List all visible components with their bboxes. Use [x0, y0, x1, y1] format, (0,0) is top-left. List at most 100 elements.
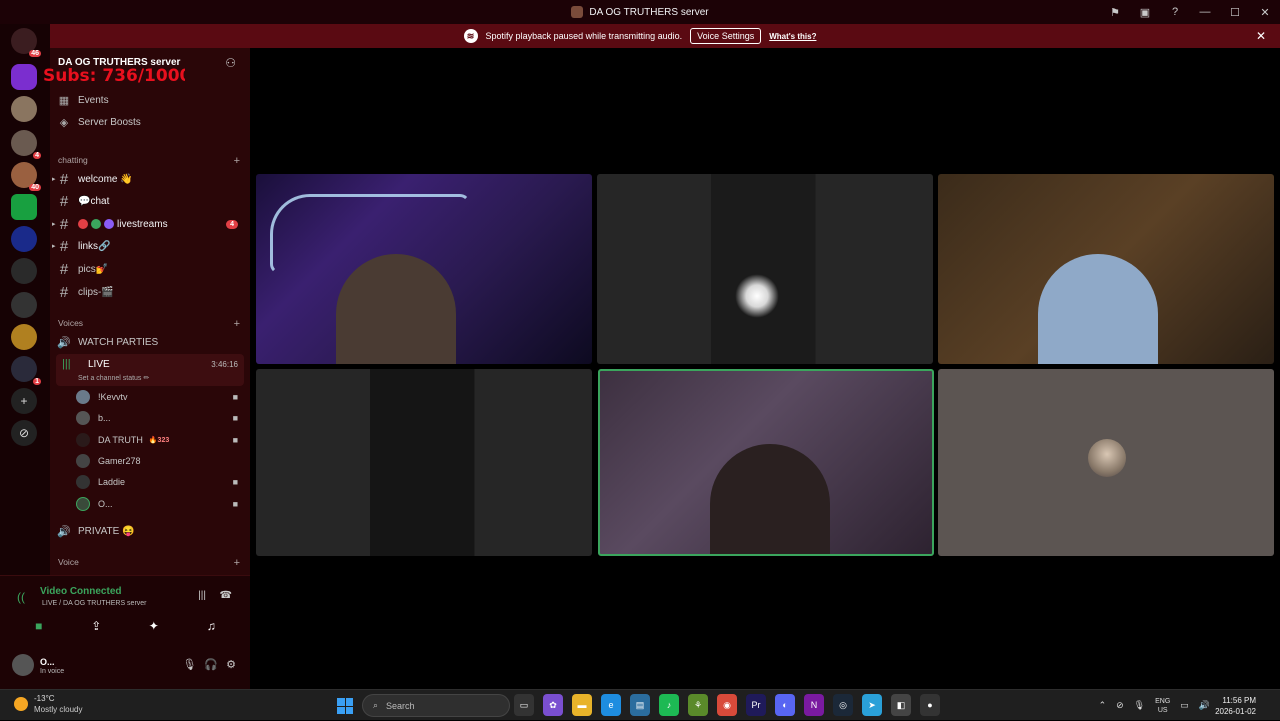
video-tile[interactable] — [256, 174, 592, 364]
copilot-icon[interactable]: ✿ — [543, 694, 563, 716]
invite-icon[interactable]: ⚇ — [225, 56, 236, 70]
calculator-icon[interactable]: ▤ — [630, 694, 650, 716]
taskbar-search[interactable]: ⌕ Search — [362, 694, 510, 717]
task-view-icon[interactable]: ▭ — [514, 694, 534, 716]
clock[interactable]: 11:56 PM 2026-01-02 — [1215, 695, 1256, 717]
next-icon[interactable]: N — [804, 694, 824, 716]
soundboard-icon[interactable]: ♫ — [201, 616, 221, 636]
camera-toggle-icon[interactable]: ■ — [29, 616, 49, 636]
add-channel-icon[interactable]: + — [234, 155, 240, 167]
channel-welcome[interactable]: ▸ # welcome 👋 — [52, 169, 244, 189]
voice-settings-button[interactable]: Voice Settings — [690, 28, 762, 44]
video-tile-speaking[interactable] — [598, 369, 934, 556]
video-tile[interactable] — [256, 369, 592, 556]
voice-user[interactable]: DA TRUTH 🔥323 ■ — [76, 430, 242, 450]
screen-icon[interactable]: ▣ — [1130, 6, 1160, 19]
edge-icon[interactable]: e — [601, 694, 621, 716]
telegram-icon[interactable]: ➤ — [862, 694, 882, 716]
help-icon[interactable]: ? — [1160, 6, 1190, 18]
events-item[interactable]: ▦ Events — [56, 90, 244, 110]
voice-channel-private[interactable]: 🔊 PRIVATE 😝 — [56, 521, 244, 541]
category-chatting[interactable]: chatting + — [58, 155, 240, 167]
guild-item[interactable]: 4 — [11, 130, 41, 159]
guild-item[interactable] — [11, 96, 37, 122]
channel-pics[interactable]: # pics💅 — [56, 259, 244, 279]
expand-arrow-icon: ▸ — [52, 243, 56, 250]
activities-icon[interactable]: ✦ — [144, 616, 164, 636]
guild-item[interactable] — [11, 324, 37, 350]
minimize-button[interactable]: — — [1190, 6, 1220, 18]
video-tile[interactable] — [938, 174, 1274, 364]
settings-icon[interactable]: ⚙ — [226, 658, 236, 671]
guild-active[interactable] — [11, 64, 37, 90]
display-icon[interactable]: ▭ — [1180, 700, 1189, 711]
guild-item[interactable]: 40 — [11, 162, 41, 191]
server-header[interactable]: DA OG TRUTHERS server Subs: 736/1000 ⚇ — [43, 48, 250, 86]
headphones-icon[interactable]: 🎧 — [204, 658, 218, 671]
chrome-icon[interactable]: ◉ — [717, 694, 737, 716]
signal-icon: (( — [17, 590, 25, 604]
category-voices[interactable]: Voices + — [58, 318, 240, 330]
video-tile[interactable] — [597, 174, 933, 364]
close-banner-icon[interactable]: ✕ — [1256, 29, 1266, 43]
add-channel-icon[interactable]: + — [234, 318, 240, 330]
banner-message: Spotify playback paused while transmitti… — [485, 31, 683, 41]
premiere-icon[interactable]: Pr — [746, 694, 766, 716]
network-off-icon[interactable]: ⊘ — [1116, 700, 1124, 711]
expand-arrow-icon: ▸ — [52, 176, 56, 183]
voice-channel-watch[interactable]: 🔊 WATCH PARTIES — [56, 332, 244, 352]
avatar[interactable] — [12, 654, 34, 676]
camera-icon: ■ — [232, 435, 238, 445]
guild-item[interactable]: 1 — [11, 356, 41, 385]
guild-item[interactable] — [11, 258, 37, 284]
category-voice[interactable]: Voice + — [58, 557, 240, 569]
voice-channel-live[interactable]: ||| LIVE 3:46:16 Set a channel status ✏ — [56, 354, 244, 386]
discover-icon[interactable]: ⊘ — [11, 420, 37, 446]
voice-user[interactable]: Laddie ■ — [76, 472, 242, 492]
channel-chat[interactable]: # 💬chat — [56, 191, 244, 211]
channel-links[interactable]: ▸ # links🔗 — [52, 236, 244, 256]
user-panel: O... In voice 🎙 🎧 ⚙ — [12, 654, 242, 680]
user-name: !Kevvtv — [98, 392, 128, 402]
spotify-banner: ≋ Spotify playback paused while transmit… — [0, 24, 1280, 48]
voice-user[interactable]: Gamer278 — [76, 451, 242, 471]
guild-item[interactable] — [11, 292, 37, 318]
mic-icon[interactable]: 🎙 — [1134, 700, 1145, 711]
app-icon[interactable]: ⚘ — [688, 694, 708, 716]
add-channel-icon[interactable]: + — [234, 557, 240, 569]
channel-clips[interactable]: # clips-🎬 — [56, 282, 244, 302]
inbox-icon[interactable]: ⚑ — [1100, 6, 1130, 19]
home-button[interactable]: 46 — [11, 28, 41, 57]
voice-user[interactable]: O... ■ — [76, 494, 242, 514]
spotify-icon[interactable]: ♪ — [659, 694, 679, 716]
file-explorer-icon[interactable]: ▬ — [572, 694, 592, 716]
screen-share-icon[interactable]: ⇪ — [86, 616, 106, 636]
start-button[interactable] — [337, 698, 353, 714]
whats-this-link[interactable]: What's this? — [769, 32, 816, 41]
microphone-icon[interactable]: 🎙 — [182, 658, 196, 671]
boosts-item[interactable]: ◈ Server Boosts — [56, 112, 244, 132]
voice-status[interactable]: Video Connected — [40, 586, 122, 597]
language-indicator[interactable]: ENG US — [1155, 697, 1170, 715]
app-icon[interactable]: ◧ — [891, 694, 911, 716]
tray-expand-icon[interactable]: ⌃ — [1099, 700, 1107, 711]
disconnect-icon[interactable]: ☎ — [220, 590, 232, 601]
obs-icon[interactable]: ● — [920, 694, 940, 716]
channel-status-input[interactable]: Set a channel status ✏ — [78, 374, 149, 382]
voice-user[interactable]: b... ■ — [76, 408, 242, 428]
volume-icon[interactable]: 🔊 — [1199, 700, 1210, 711]
video-tile-avatar[interactable] — [938, 369, 1274, 556]
close-window-button[interactable]: ✕ — [1250, 6, 1280, 19]
channel-livestreams[interactable]: ▸ # livestreams 4 — [52, 214, 244, 234]
add-server-icon[interactable]: + — [11, 388, 37, 414]
steam-icon[interactable]: ◎ — [833, 694, 853, 716]
discord-icon[interactable]: ◐ — [775, 694, 795, 716]
maximize-button[interactable]: ☐ — [1220, 6, 1250, 19]
voice-location[interactable]: LIVE / DA OG TRUTHERS server — [42, 600, 147, 607]
guild-item[interactable] — [11, 226, 37, 252]
avatar — [76, 433, 90, 447]
voice-user[interactable]: !Kevvtv ■ — [76, 387, 242, 407]
voice-channel-name: PRIVATE 😝 — [78, 525, 135, 537]
noise-suppression-icon[interactable]: ||| — [198, 590, 206, 601]
guild-item[interactable] — [11, 194, 37, 220]
